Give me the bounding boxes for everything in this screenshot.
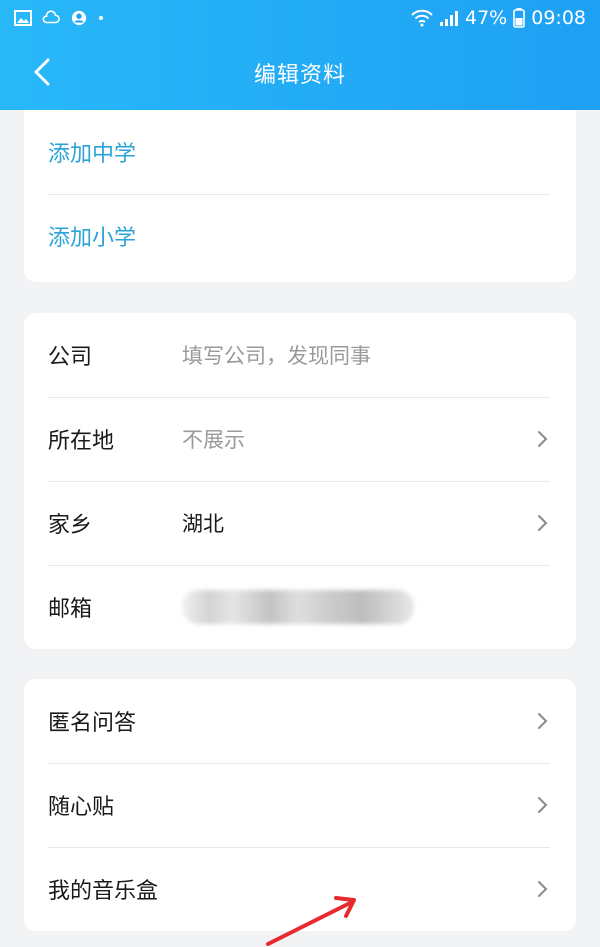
- page-title: 编辑资料: [253, 63, 346, 88]
- anonymous-qa-row[interactable]: 匿名问答: [24, 679, 576, 763]
- company-row[interactable]: 公司 填写公司，发现同事: [24, 313, 576, 397]
- sticky-note-label: 随心贴: [48, 795, 115, 820]
- info-card: 公司 填写公司，发现同事 所在地 不展示 家乡 湖北 邮箱: [24, 313, 576, 649]
- hometown-value: 湖北: [182, 512, 224, 536]
- music-box-label: 我的音乐盒: [48, 879, 159, 904]
- anonymous-qa-label: 匿名问答: [48, 711, 137, 736]
- chevron-right-icon: [536, 879, 550, 899]
- hometown-row[interactable]: 家乡 湖北: [24, 481, 576, 565]
- app-header: 47% 09:08 编辑资料: [0, 0, 600, 110]
- battery-percent: 47%: [465, 7, 508, 29]
- wifi-icon: [411, 9, 433, 27]
- chevron-right-icon: [536, 711, 550, 731]
- clock: 09:08: [531, 7, 586, 29]
- cloud-icon: [42, 10, 60, 24]
- back-button[interactable]: [22, 52, 62, 92]
- add-middle-school-link[interactable]: 添加中学: [48, 136, 136, 168]
- email-row[interactable]: 邮箱: [24, 565, 576, 649]
- email-label: 邮箱: [48, 597, 93, 622]
- notification-dot-icon: [99, 16, 103, 20]
- chevron-right-icon: [536, 513, 550, 533]
- location-row[interactable]: 所在地 不展示: [24, 397, 576, 481]
- signal-icon: [440, 11, 458, 26]
- add-primary-school-link[interactable]: 添加小学: [48, 220, 136, 252]
- add-primary-school-row[interactable]: 添加小学: [24, 194, 576, 278]
- gallery-icon: [14, 10, 32, 26]
- battery-icon: [513, 8, 526, 28]
- company-input[interactable]: 填写公司，发现同事: [182, 340, 371, 370]
- company-label: 公司: [48, 345, 93, 370]
- music-box-row[interactable]: 我的音乐盒: [24, 847, 576, 931]
- sticky-note-row[interactable]: 随心贴: [24, 763, 576, 847]
- back-arrow-icon: [34, 58, 50, 86]
- email-value-blurred: [182, 590, 414, 624]
- location-label: 所在地: [48, 429, 115, 454]
- chevron-right-icon: [536, 429, 550, 449]
- more-card: 匿名问答 随心贴 我的音乐盒: [24, 679, 576, 931]
- location-value: 不展示: [182, 428, 245, 452]
- education-card: 添加中学 添加小学: [24, 110, 576, 282]
- chevron-right-icon: [536, 795, 550, 815]
- add-middle-school-row[interactable]: 添加中学: [24, 110, 576, 194]
- status-bar: 47% 09:08: [0, 0, 600, 36]
- account-icon: [71, 10, 87, 26]
- nav-bar: 编辑资料: [0, 36, 600, 110]
- hometown-label: 家乡: [48, 513, 93, 538]
